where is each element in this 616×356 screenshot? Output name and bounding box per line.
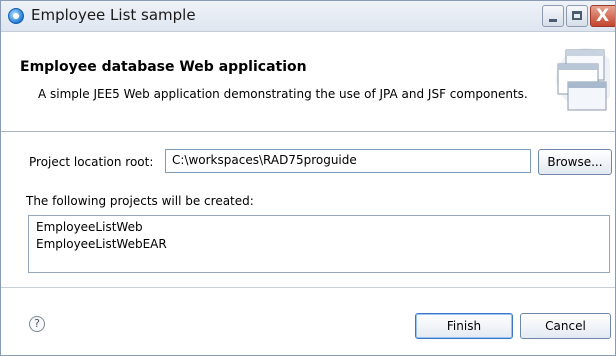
title-bar[interactable]: Employee List sample X xyxy=(1,1,615,32)
project-location-input[interactable]: C:\workspaces\RAD75proguide xyxy=(165,149,531,173)
list-item: EmployeeListWeb xyxy=(36,220,143,234)
cancel-button[interactable]: Cancel xyxy=(520,313,611,339)
projects-label: The following projects will be created: xyxy=(26,194,254,208)
window-title: Employee List sample xyxy=(31,6,196,24)
maximize-button[interactable] xyxy=(566,5,588,27)
finish-button[interactable]: Finish xyxy=(415,313,513,339)
eclipse-icon xyxy=(8,8,24,24)
help-icon[interactable]: ? xyxy=(29,316,45,332)
minimize-button[interactable] xyxy=(542,5,564,27)
footer-separator xyxy=(1,287,615,288)
wizard-windows-icon xyxy=(556,48,610,111)
dialog-window: Employee List sample X Employee database… xyxy=(0,0,616,356)
browse-button[interactable]: Browse... xyxy=(538,149,612,175)
header-separator xyxy=(1,131,615,132)
header-title: Employee database Web application xyxy=(20,59,307,75)
close-button[interactable]: X xyxy=(590,5,615,27)
close-icon: X xyxy=(596,6,610,26)
list-item: EmployeeListWebEAR xyxy=(36,237,167,251)
projects-list[interactable]: EmployeeListWeb EmployeeListWebEAR xyxy=(28,215,610,273)
header-description: A simple JEE5 Web application demonstrat… xyxy=(38,87,528,101)
project-location-label: Project location root: xyxy=(29,155,154,169)
